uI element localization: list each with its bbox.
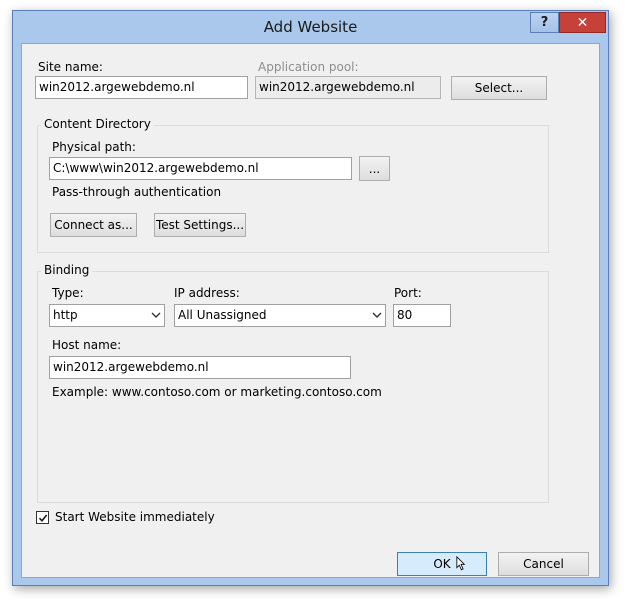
host-name-example: Example: www.contoso.com or marketing.co… <box>52 385 382 399</box>
browse-path-button[interactable]: ... <box>359 156 390 181</box>
chevron-down-icon <box>151 312 161 318</box>
title-bar[interactable]: Add Website ? ✕ <box>13 11 608 43</box>
ok-button[interactable]: OK <box>397 552 487 576</box>
ip-address-select[interactable]: All Unassigned <box>174 304 386 327</box>
mouse-cursor-icon <box>456 556 466 571</box>
chevron-down-icon <box>372 312 382 318</box>
ip-address-value: All Unassigned <box>178 308 267 322</box>
binding-label: Binding <box>41 263 93 277</box>
connect-as-button[interactable]: Connect as... <box>50 213 137 237</box>
app-pool-label: Application pool: <box>258 60 359 74</box>
help-button[interactable]: ? <box>530 12 559 33</box>
close-icon: ✕ <box>576 14 589 31</box>
host-name-input[interactable]: win2012.argewebdemo.nl <box>49 356 351 379</box>
select-app-pool-button[interactable]: Select... <box>451 76 547 100</box>
start-website-checkbox[interactable] <box>36 511 49 524</box>
ip-address-label: IP address: <box>174 286 240 300</box>
help-icon: ? <box>540 15 549 30</box>
port-input[interactable]: 80 <box>393 304 451 327</box>
content-directory-label: Content Directory <box>41 117 154 131</box>
test-settings-button[interactable]: Test Settings... <box>154 213 246 237</box>
type-select[interactable]: http <box>49 304 165 327</box>
physical-path-label: Physical path: <box>52 140 136 154</box>
ok-label: OK <box>433 557 451 571</box>
passthrough-auth-label: Pass-through authentication <box>52 185 222 199</box>
host-name-label: Host name: <box>52 338 122 352</box>
site-name-label: Site name: <box>38 60 103 74</box>
type-value: http <box>53 308 78 322</box>
checkmark-icon <box>38 514 47 522</box>
close-button[interactable]: ✕ <box>559 12 606 33</box>
add-website-dialog: Add Website ? ✕ Site name: win2012.argew… <box>12 10 609 586</box>
dialog-title: Add Website <box>263 18 358 36</box>
port-label: Port: <box>394 286 422 300</box>
type-label: Type: <box>52 286 84 300</box>
start-website-label[interactable]: Start Website immediately <box>55 510 215 524</box>
cancel-button[interactable]: Cancel <box>498 552 589 576</box>
app-pool-field: win2012.argewebdemo.nl <box>255 76 441 99</box>
physical-path-input[interactable]: C:\www\win2012.argewebdemo.nl <box>49 157 352 180</box>
dialog-body: Site name: win2012.argewebdemo.nl Applic… <box>21 43 600 578</box>
site-name-input[interactable]: win2012.argewebdemo.nl <box>35 76 248 99</box>
